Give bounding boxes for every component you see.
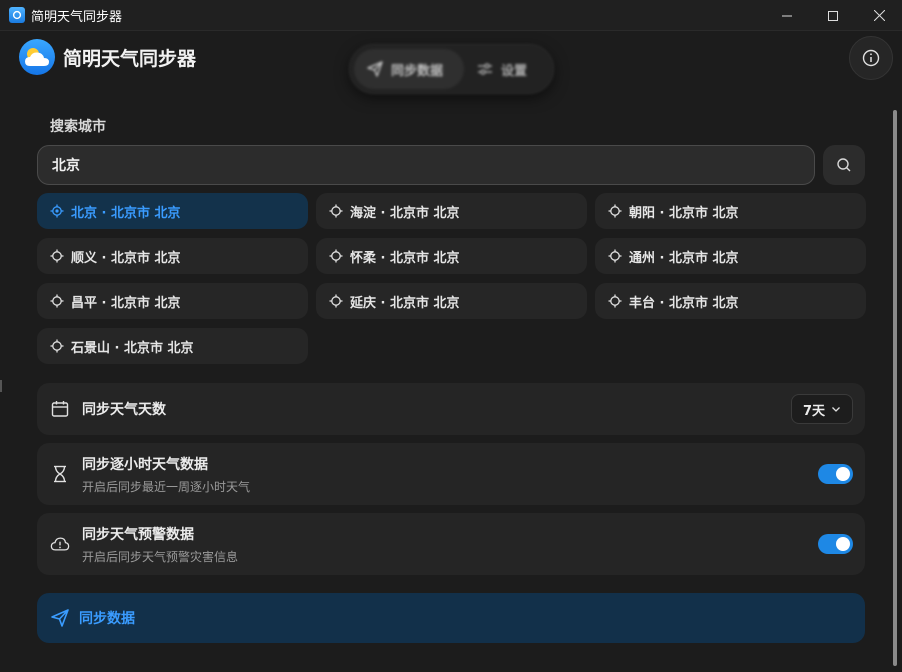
- hourly-weather-card: 同步逐小时天气数据 开启后同步最近一周逐小时天气: [37, 443, 865, 505]
- city-item[interactable]: 丰台 · 北京市 北京: [595, 283, 866, 319]
- weather-alerts-toggle[interactable]: [818, 534, 853, 554]
- city-item-label: 朝阳 · 北京市 北京: [629, 205, 739, 221]
- city-item[interactable]: 通州 · 北京市 北京: [595, 238, 866, 274]
- tab-sync-data[interactable]: 同步数据: [354, 49, 464, 89]
- sync-days-text: 同步天气天数: [82, 399, 166, 419]
- sliders-icon: [478, 63, 492, 75]
- weather-alerts-title: 同步天气预警数据: [82, 526, 194, 543]
- search-icon: [837, 158, 851, 172]
- sync-days-card: 同步天气天数 7天: [37, 383, 865, 435]
- hourglass-icon: [50, 464, 70, 484]
- minimize-button[interactable]: [764, 0, 810, 31]
- minimize-icon: [782, 15, 792, 16]
- sync-data-button[interactable]: 同步数据: [37, 593, 865, 643]
- locate-icon: [50, 294, 64, 308]
- city-item-label: 通州 · 北京市 北京: [629, 250, 739, 266]
- tab-settings-label: 设置: [501, 63, 528, 79]
- sync-data-label: 同步数据: [79, 611, 135, 627]
- tab-settings[interactable]: 设置: [464, 49, 539, 89]
- maximize-button[interactable]: [810, 0, 856, 31]
- tab-sync-data-label: 同步数据: [391, 63, 444, 79]
- app-name: 简明天气同步器: [63, 48, 197, 70]
- maximize-icon: [828, 10, 838, 21]
- city-item[interactable]: 延庆 · 北京市 北京: [316, 283, 587, 319]
- locate-icon: [608, 204, 622, 218]
- city-item[interactable]: 怀柔 · 北京市 北京: [316, 238, 587, 274]
- resize-edge: [0, 380, 2, 392]
- hourly-weather-subtitle: 开启后同步最近一周逐小时天气: [82, 479, 251, 494]
- city-item-label: 怀柔 · 北京市 北京: [350, 250, 460, 266]
- city-item-label: 海淀 · 北京市 北京: [350, 205, 460, 221]
- city-item-label: 北京 · 北京市 北京: [71, 205, 181, 221]
- locate-icon: [329, 204, 343, 218]
- info-icon: [862, 49, 880, 67]
- city-item[interactable]: 海淀 · 北京市 北京: [316, 193, 587, 229]
- city-item-label: 顺义 · 北京市 北京: [71, 250, 181, 266]
- search-section-label: 搜索城市: [50, 119, 106, 135]
- title-bar: 简明天气同步器: [0, 0, 902, 31]
- hourly-weather-text: 同步逐小时天气数据 开启后同步最近一周逐小时天气: [82, 454, 250, 495]
- send-icon: [51, 609, 69, 627]
- toggle-knob: [836, 467, 850, 481]
- main-nav: 同步数据 设置: [349, 44, 554, 94]
- locate-icon: [329, 294, 343, 308]
- locate-icon: [50, 249, 64, 263]
- window-controls: [764, 0, 902, 31]
- locate-icon: [608, 249, 622, 263]
- city-item[interactable]: 北京 · 北京市 北京: [37, 193, 308, 229]
- search-button[interactable]: [823, 145, 865, 185]
- city-item-label: 昌平 · 北京市 北京: [71, 295, 181, 311]
- close-icon: [873, 10, 885, 21]
- hourly-weather-title: 同步逐小时天气数据: [82, 456, 208, 473]
- scrollbar-thumb[interactable]: [893, 110, 897, 666]
- days-dropdown[interactable]: 7天: [791, 394, 853, 424]
- days-dropdown-value: 7天: [802, 403, 826, 419]
- city-item[interactable]: 昌平 · 北京市 北京: [37, 283, 308, 319]
- city-item-label: 丰台 · 北京市 北京: [629, 295, 739, 311]
- city-item-label: 石景山 · 北京市 北京: [71, 340, 194, 356]
- weather-alerts-subtitle: 开启后同步天气预警灾害信息: [82, 549, 239, 564]
- locate-icon: [608, 294, 622, 308]
- hourly-weather-toggle[interactable]: [818, 464, 853, 484]
- calendar-icon: [50, 399, 70, 419]
- locate-icon: [50, 339, 64, 353]
- sync-days-title: 同步天气天数: [82, 402, 166, 418]
- window-title: 简明天气同步器: [31, 9, 123, 25]
- info-button[interactable]: [849, 36, 893, 80]
- toggle-knob: [836, 537, 850, 551]
- city-search-input[interactable]: [37, 145, 815, 185]
- locate-icon: [329, 249, 343, 263]
- city-item[interactable]: 朝阳 · 北京市 北京: [595, 193, 866, 229]
- send-icon: [367, 61, 383, 77]
- cloud-alert-icon: [50, 534, 70, 554]
- city-item[interactable]: 顺义 · 北京市 北京: [37, 238, 308, 274]
- locate-icon: [50, 204, 64, 218]
- weather-alerts-card: 同步天气预警数据 开启后同步天气预警灾害信息: [37, 513, 865, 575]
- weather-alerts-text: 同步天气预警数据 开启后同步天气预警灾害信息: [82, 524, 238, 565]
- close-button[interactable]: [856, 0, 902, 31]
- city-item-label: 延庆 · 北京市 北京: [350, 295, 460, 311]
- weather-logo-icon: [19, 39, 55, 75]
- app-icon: [9, 7, 25, 23]
- city-item[interactable]: 石景山 · 北京市 北京: [37, 328, 308, 364]
- chevron-down-icon: [832, 407, 840, 412]
